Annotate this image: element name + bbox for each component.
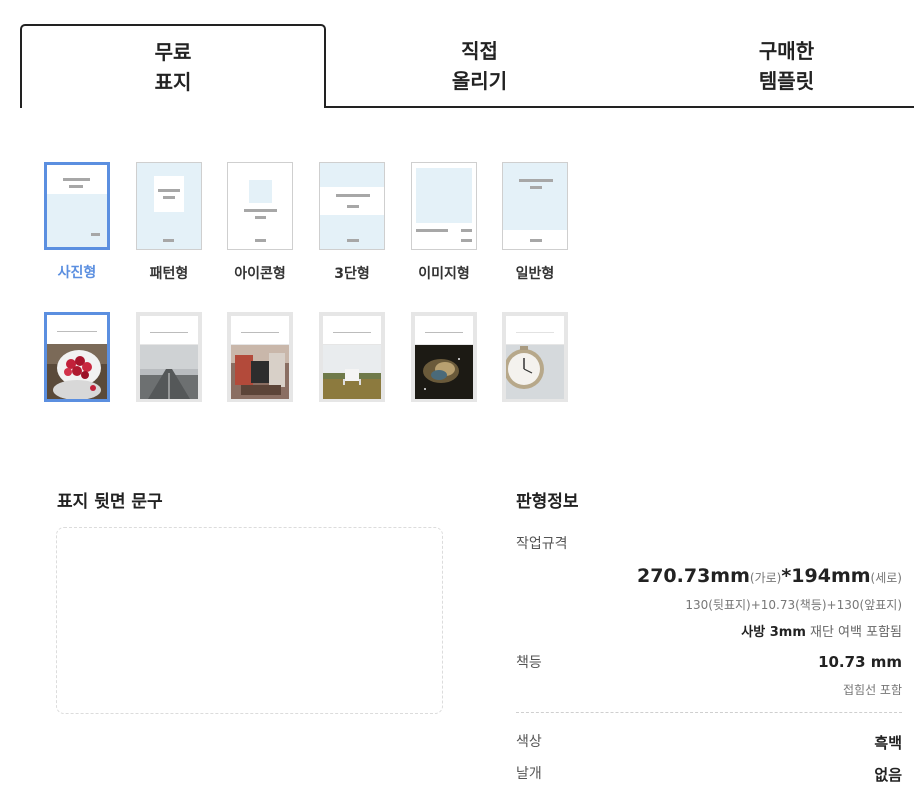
spine-label: 책등 (516, 655, 542, 671)
work-size-value: 270.73mm(가로)*194mm(세로) (637, 565, 902, 587)
size-breakdown: 130(뒷표지)+10.73(책등)+130(앞표지) (685, 598, 902, 612)
template-photo-label[interactable]: 사진형 (37, 262, 117, 282)
back-cover-title: 표지 뒷면 문구 (57, 492, 163, 512)
back-cover-text-area[interactable] (56, 527, 443, 714)
template-photo-thumb[interactable] (44, 162, 110, 250)
color-value: 흑백 (874, 734, 902, 752)
raspberry-photo (47, 344, 107, 400)
template-icon-label[interactable]: 아이콘형 (220, 263, 300, 283)
clock-photo (504, 345, 564, 399)
template-image-thumb[interactable] (411, 162, 477, 250)
spec-divider (516, 712, 902, 713)
field-photo (323, 345, 381, 399)
spec-title: 판형정보 (516, 492, 579, 512)
width-value: 270.73mm (636, 565, 750, 587)
spine-value: 10.73 mm (818, 653, 902, 671)
template-icon-thumb[interactable] (227, 162, 293, 250)
photo-field-thumb[interactable] (319, 312, 385, 402)
template-general-thumb[interactable] (502, 162, 568, 250)
times-sign: * (781, 565, 792, 587)
photo-bag-thumb[interactable] (227, 312, 293, 402)
height-unit: (세로) (870, 571, 902, 585)
height-value: 194mm (791, 565, 871, 587)
tab-purchased-template[interactable]: 구매한 템플릿 (633, 24, 914, 108)
wing-value: 없음 (874, 766, 902, 784)
template-3tier-label[interactable]: 3단형 (312, 263, 392, 283)
bleed-text: 재단 여백 포함됨 (805, 625, 902, 640)
template-3tier-thumb[interactable] (319, 162, 385, 250)
tab-free-cover[interactable]: 무료 표지 (20, 24, 326, 108)
width-unit: (가로) (749, 571, 782, 585)
nebula-photo (415, 345, 473, 399)
photo-road-thumb[interactable] (136, 312, 202, 402)
bag-photo (231, 345, 289, 399)
photo-raspberries-thumb[interactable] (44, 312, 110, 402)
bleed-bold: 사방 3mm (741, 625, 806, 640)
color-label: 색상 (516, 734, 542, 750)
cover-tabs: 무료 표지 직접 올리기 구매한 템플릿 (20, 24, 914, 108)
bleed-note: 사방 3mm 재단 여백 포함됨 (741, 621, 902, 640)
photo-clock-thumb[interactable] (502, 312, 568, 402)
photo-nebula-thumb[interactable] (411, 312, 477, 402)
wing-label: 날개 (516, 766, 542, 782)
template-general-label[interactable]: 일반형 (495, 263, 575, 283)
template-image-label[interactable]: 이미지형 (404, 263, 484, 283)
road-photo (140, 345, 198, 399)
work-size-label: 작업규격 (516, 536, 568, 552)
tab-upload-cover[interactable]: 직접 올리기 (326, 24, 633, 108)
template-pattern-thumb[interactable] (136, 162, 202, 250)
spine-note: 접힘선 포함 (842, 683, 902, 697)
template-pattern-label[interactable]: 패턴형 (129, 263, 209, 283)
